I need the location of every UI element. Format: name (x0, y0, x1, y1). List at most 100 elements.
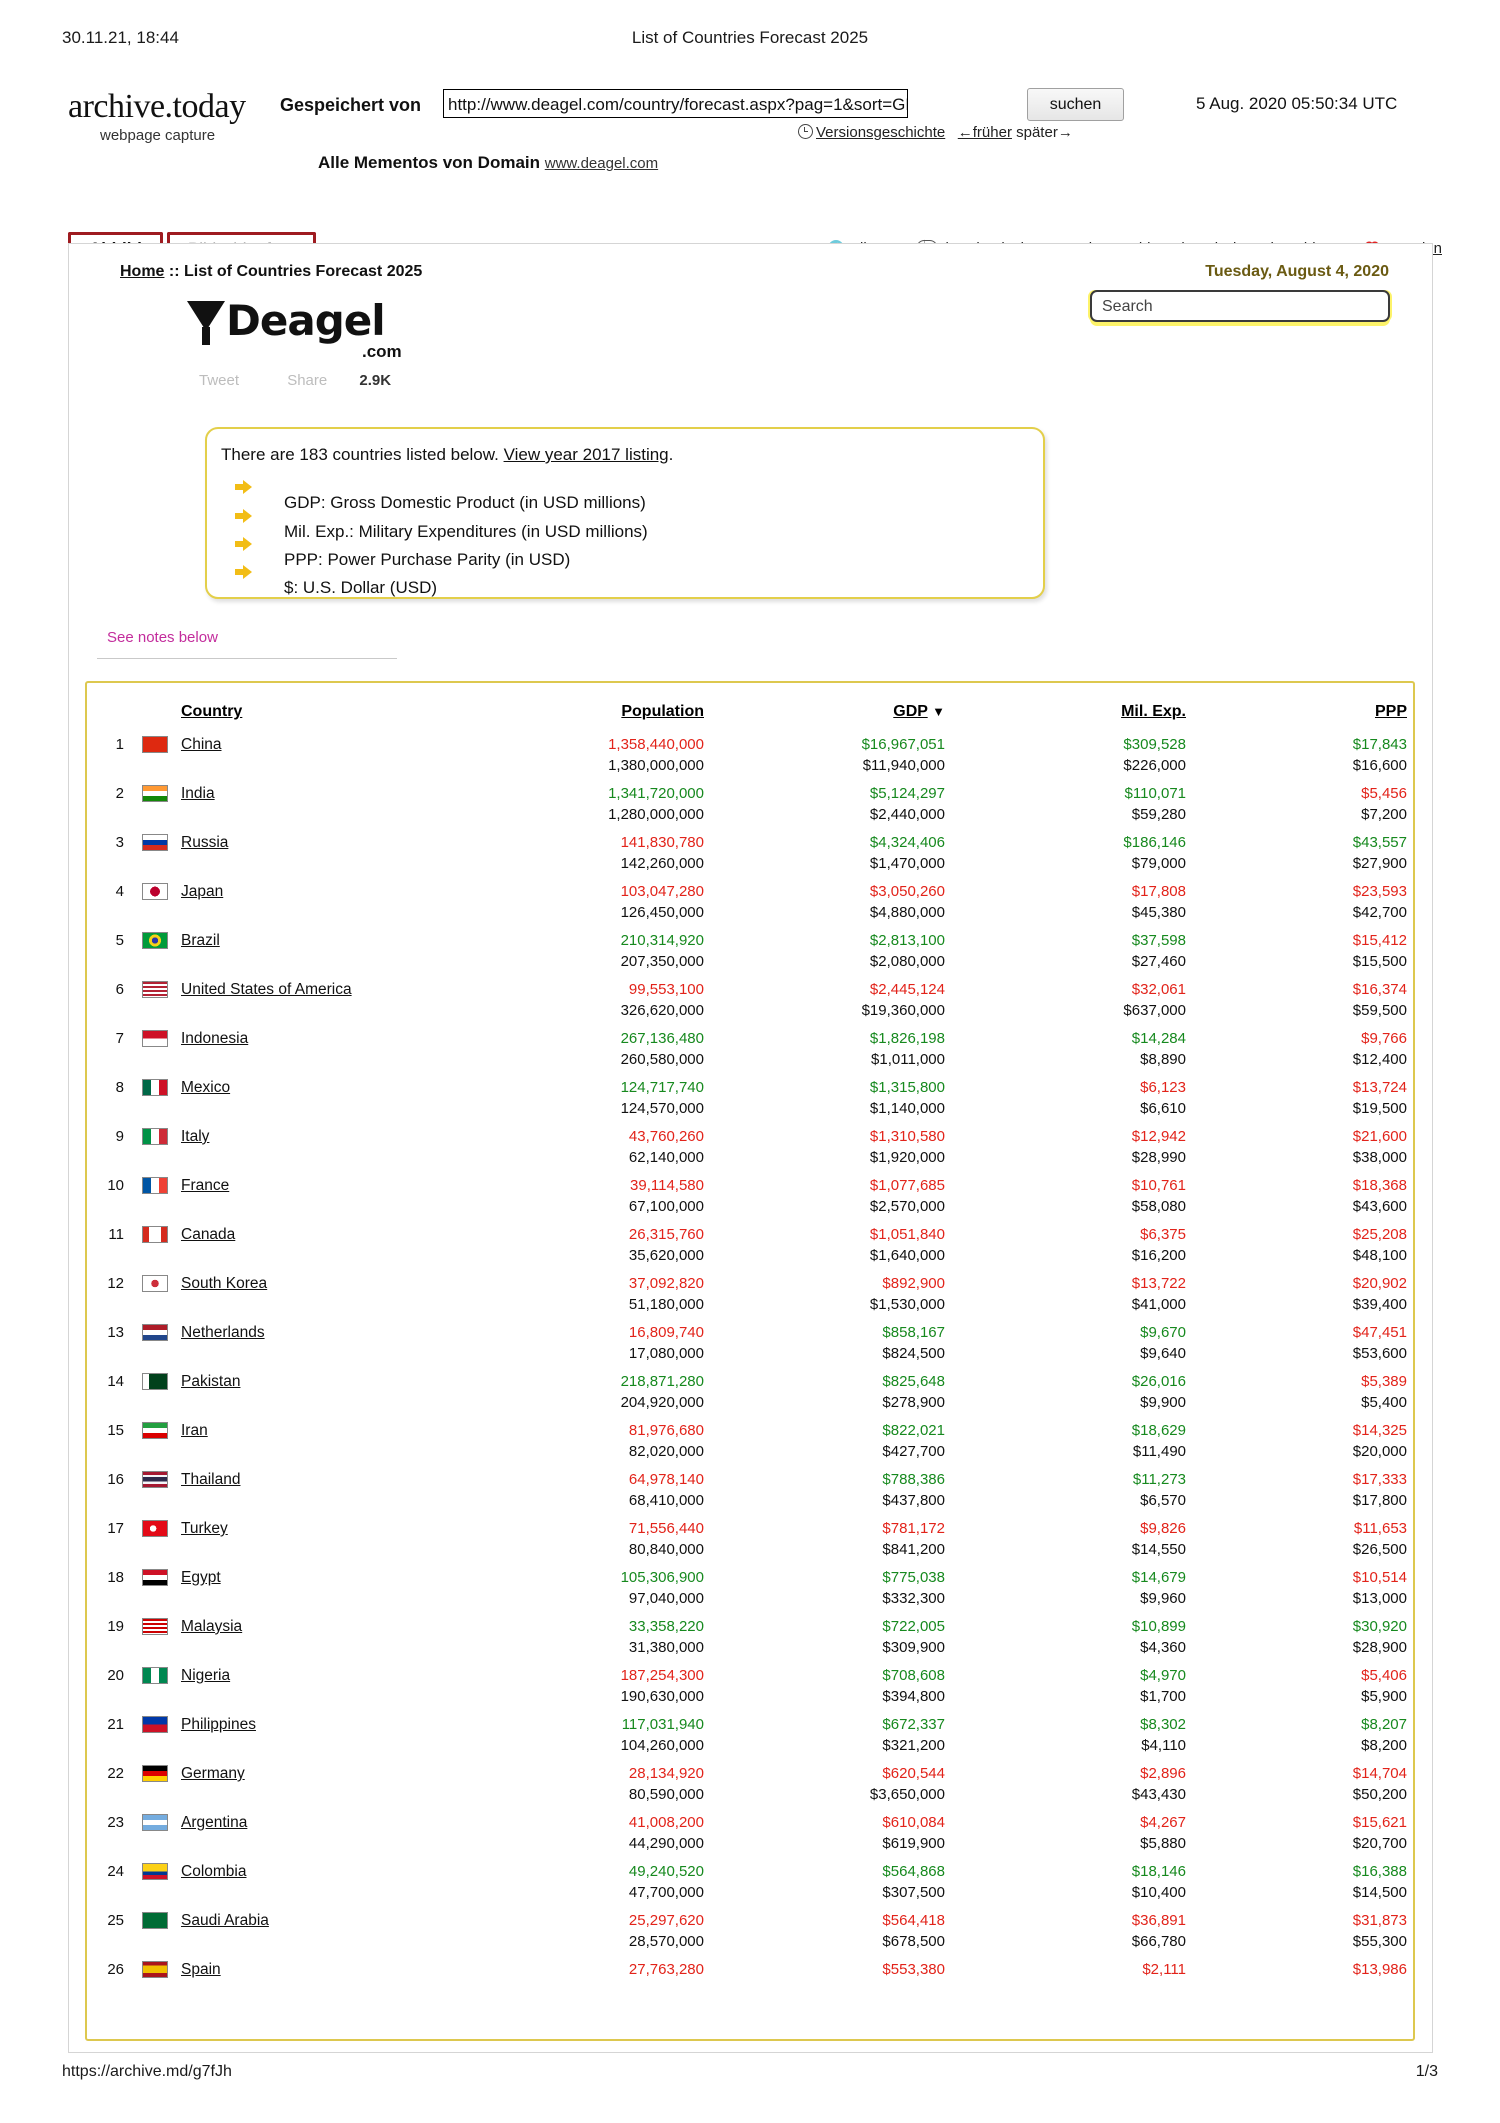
flag-icon (142, 883, 168, 901)
country-name-cell[interactable]: Argentina (177, 1805, 439, 1833)
country-link[interactable]: Brazil (181, 932, 220, 949)
country-link[interactable]: Malaysia (181, 1618, 242, 1635)
search-submit-button[interactable]: suchen (1027, 88, 1124, 121)
country-name-cell[interactable]: Iran (177, 1413, 439, 1441)
country-link[interactable]: Egypt (181, 1569, 221, 1586)
current-ppp: $14,500 (1352, 1884, 1407, 1901)
country-name-cell[interactable]: Turkey (177, 1511, 439, 1539)
country-name-cell[interactable]: Netherlands (177, 1315, 439, 1343)
country-link[interactable]: Turkey (181, 1520, 228, 1537)
forecast-population: 49,240,520 (628, 1863, 704, 1880)
tweet-button[interactable]: Tweet (199, 372, 239, 389)
th-gdp[interactable]: GDP ▼ (710, 683, 951, 727)
country-link[interactable]: United States of America (181, 981, 352, 998)
country-link[interactable]: France (181, 1177, 229, 1194)
country-link[interactable]: Argentina (181, 1814, 247, 1831)
th-ppp[interactable]: PPP (1192, 683, 1413, 727)
flag-icon (142, 1226, 168, 1244)
archived-url-input[interactable]: http://www.deagel.com/country/forecast.a… (443, 89, 908, 118)
current-gdp: $278,900 (882, 1394, 945, 1411)
country-name-cell[interactable]: Indonesia (177, 1021, 439, 1049)
country-link[interactable]: Mexico (181, 1079, 230, 1096)
all-mementos-label[interactable]: Alle Mementos (318, 153, 438, 172)
see-notes-link[interactable]: See notes below (107, 629, 218, 646)
country-link[interactable]: Japan (181, 883, 223, 900)
country-name-cell[interactable]: Canada (177, 1217, 439, 1245)
domain-link[interactable]: www.deagel.com (545, 155, 658, 172)
country-name-cell[interactable]: China (177, 727, 439, 755)
table-row: 3 Russia 141,830,780 $4,324,406 $186,146 $43,… (87, 825, 1413, 853)
breadcrumb-home-link[interactable]: Home (120, 263, 164, 280)
country-name-cell[interactable]: Philippines (177, 1707, 439, 1735)
current-ppp: $20,000 (1352, 1443, 1407, 1460)
country-link[interactable]: Canada (181, 1226, 235, 1243)
th-country[interactable]: Country (177, 683, 439, 727)
country-name-cell[interactable]: Spain (177, 1952, 439, 1980)
country-link[interactable]: Italy (181, 1128, 209, 1145)
country-name-cell[interactable]: Egypt (177, 1560, 439, 1588)
country-name-cell[interactable]: Nigeria (177, 1658, 439, 1686)
table-row: 23 Argentina 41,008,200 $610,084 $4,267 $15,6… (87, 1805, 1413, 1833)
row-rank: 25 (107, 1912, 124, 1929)
country-link[interactable]: Thailand (181, 1471, 240, 1488)
table-row: 1 China 1,358,440,000 $16,967,051 $309,528 $1… (87, 727, 1413, 755)
forecast-population: 39,114,580 (630, 1177, 704, 1194)
country-link[interactable]: Pakistan (181, 1373, 240, 1390)
country-name-cell[interactable]: France (177, 1168, 439, 1196)
share-button[interactable]: Share (287, 372, 327, 389)
spacer (177, 1147, 439, 1168)
country-link[interactable]: Iran (181, 1422, 208, 1439)
site-search-input[interactable]: Search (1090, 290, 1390, 322)
country-link[interactable]: India (181, 785, 215, 802)
country-flag (133, 972, 177, 1000)
deagel-logo[interactable]: Deagel .com (187, 296, 402, 361)
flag-icon (142, 1177, 168, 1195)
th-mil-exp[interactable]: Mil. Exp. (951, 683, 1192, 727)
country-link[interactable]: Netherlands (181, 1324, 265, 1341)
version-history-link[interactable]: Versionsgeschichte (816, 124, 945, 141)
archive-logo[interactable]: archive.today (68, 88, 246, 126)
current-mil-exp: $1,700 (1140, 1688, 1186, 1705)
earlier-link[interactable]: ←früher (958, 124, 1012, 141)
view-2017-listing-link[interactable]: View year 2017 listing (504, 445, 669, 464)
current-gdp: $1,470,000 (869, 855, 945, 872)
country-name-cell[interactable]: Pakistan (177, 1364, 439, 1392)
country-link[interactable]: South Korea (181, 1275, 267, 1292)
legend-item-milexp-label: Mil. Exp.: Military Expenditures (in USD… (284, 522, 648, 541)
country-name-cell[interactable]: United States of America (177, 972, 439, 1000)
country-link[interactable]: Indonesia (181, 1030, 248, 1047)
table-row: 9 Italy 43,760,260 $1,310,580 $12,942 $21,600 (87, 1119, 1413, 1147)
current-mil-exp: $45,380 (1131, 904, 1186, 921)
spacer (87, 1539, 133, 1560)
country-name-cell[interactable]: Thailand (177, 1462, 439, 1490)
later-link[interactable]: später→ (1016, 124, 1073, 141)
spacer (87, 1441, 133, 1462)
country-link[interactable]: Spain (181, 1961, 221, 1978)
country-link[interactable]: Saudi Arabia (181, 1912, 269, 1929)
spacer (87, 1000, 133, 1021)
country-link[interactable]: China (181, 736, 222, 753)
country-name-cell[interactable]: Brazil (177, 923, 439, 951)
country-link[interactable]: Philippines (181, 1716, 256, 1733)
country-name-cell[interactable]: Russia (177, 825, 439, 853)
country-name-cell[interactable]: Mexico (177, 1070, 439, 1098)
country-link[interactable]: Nigeria (181, 1667, 230, 1684)
country-name-cell[interactable]: Malaysia (177, 1609, 439, 1637)
forecast-mil-exp: $12,942 (1131, 1128, 1186, 1145)
country-name-cell[interactable]: South Korea (177, 1266, 439, 1294)
country-name-cell[interactable]: Saudi Arabia (177, 1903, 439, 1931)
country-link[interactable]: Germany (181, 1765, 245, 1782)
table-header-row: Country Population GDP ▼ Mil. Exp. PPP (87, 683, 1413, 727)
country-name-cell[interactable]: Colombia (177, 1854, 439, 1882)
current-ppp: $20,700 (1352, 1835, 1407, 1852)
capture-timestamp: 5 Aug. 2020 05:50:34 UTC (1196, 94, 1398, 113)
th-population[interactable]: Population (439, 683, 710, 727)
current-population: 62,140,000 (628, 1149, 704, 1166)
country-name-cell[interactable]: India (177, 776, 439, 804)
country-link[interactable]: Russia (181, 834, 228, 851)
country-name-cell[interactable]: Japan (177, 874, 439, 902)
country-link[interactable]: Colombia (181, 1863, 246, 1880)
current-population: 68,410,000 (628, 1492, 704, 1509)
country-name-cell[interactable]: Italy (177, 1119, 439, 1147)
country-name-cell[interactable]: Germany (177, 1756, 439, 1784)
